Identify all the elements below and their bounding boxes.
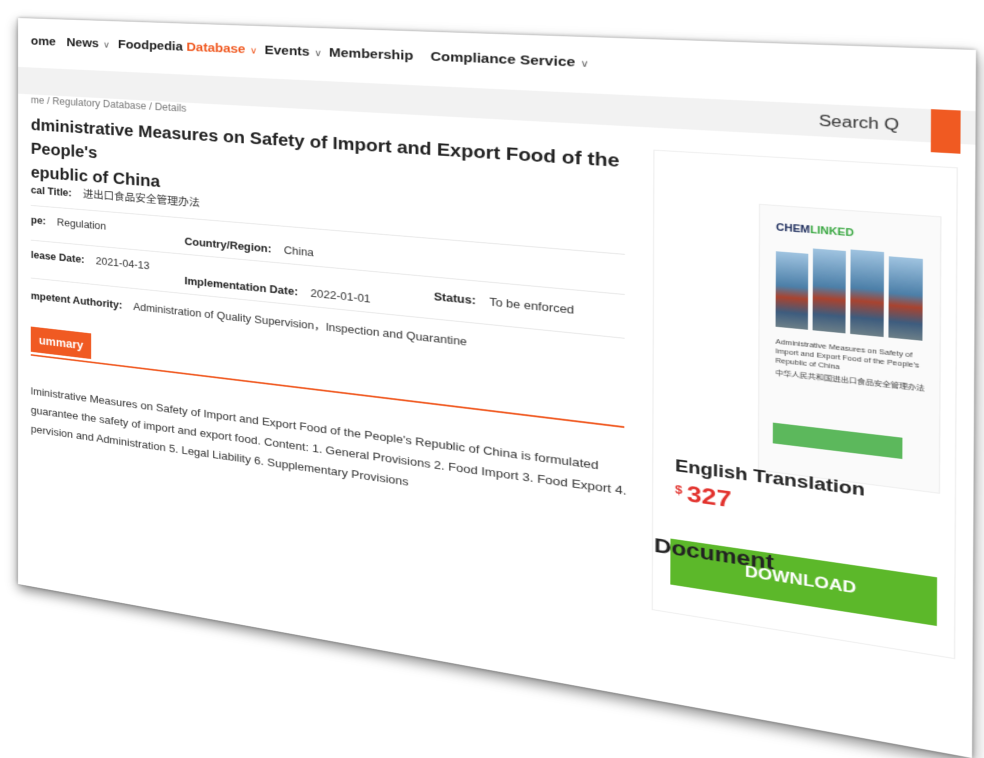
authority-row: mpetent Authority: Administration of Qua…: [31, 287, 467, 349]
authority-value: Administration of Quality Supervision，In…: [133, 300, 467, 349]
nav-foodpedia[interactable]: Foodpedia: [118, 38, 183, 54]
type-value: Regulation: [56, 216, 107, 233]
chevron-down-icon: ∨: [314, 48, 322, 59]
implementation-date-value: 2022-01-01: [310, 287, 371, 306]
nav-home[interactable]: ome: [31, 34, 56, 48]
authority-label: mpetent Authority:: [30, 290, 123, 312]
cover-green-band: [772, 422, 903, 460]
price: $327: [675, 481, 732, 513]
chevron-down-icon: ∨: [249, 45, 258, 57]
status-row: Status: To be enforced: [434, 291, 574, 317]
summary-text: lministrative Measures on Safety of Impo…: [31, 382, 627, 524]
tab-summary[interactable]: ummary: [30, 326, 92, 360]
original-title-label: cal Title:: [30, 184, 72, 199]
page-card: ome News ∨ Foodpedia Database ∨ Events ∨ Me…: [18, 18, 976, 758]
page-title: dministrative Measures on Safety of Impo…: [31, 113, 647, 232]
chemlinked-logo: CHEMLINKED: [775, 222, 854, 240]
nav-membership[interactable]: Membership: [329, 45, 413, 63]
chevron-down-icon: ∨: [580, 58, 589, 70]
country-value: China: [283, 244, 314, 259]
nav-compliance-service[interactable]: Compliance Service ∨: [430, 49, 589, 70]
type-row: pe: Regulation: [31, 214, 106, 232]
cover-photo: [775, 251, 809, 330]
type-label: pe:: [30, 214, 46, 227]
cover-photo: [850, 249, 885, 338]
release-date-label: lease Date:: [30, 249, 85, 266]
cover-photo: [888, 256, 923, 341]
report-cover-image[interactable]: CHEMLINKED Administrative Measures on Sa…: [757, 203, 942, 494]
sidebar-panel: CHEMLINKED Administrative Measures on Sa…: [651, 149, 958, 660]
nav-database[interactable]: Database ∨: [186, 40, 257, 57]
nav-news[interactable]: News ∨: [67, 36, 110, 51]
release-date-row: lease Date: 2021-04-13: [31, 249, 150, 272]
country-label: Country/Region:: [184, 235, 272, 256]
search-button[interactable]: [930, 109, 961, 154]
cover-photos: [775, 244, 926, 341]
chevron-down-icon: ∨: [103, 40, 110, 51]
release-date-value: 2021-04-13: [95, 255, 150, 272]
nav-events[interactable]: Events ∨: [265, 43, 322, 60]
status-label: Status:: [433, 290, 476, 307]
status-value: To be enforced: [489, 295, 575, 317]
cover-photo: [812, 248, 846, 334]
cover-title: Administrative Measures on Safety of Imp…: [775, 338, 925, 393]
implementation-date-row: Implementation Date: 2022-01-01: [184, 275, 370, 305]
